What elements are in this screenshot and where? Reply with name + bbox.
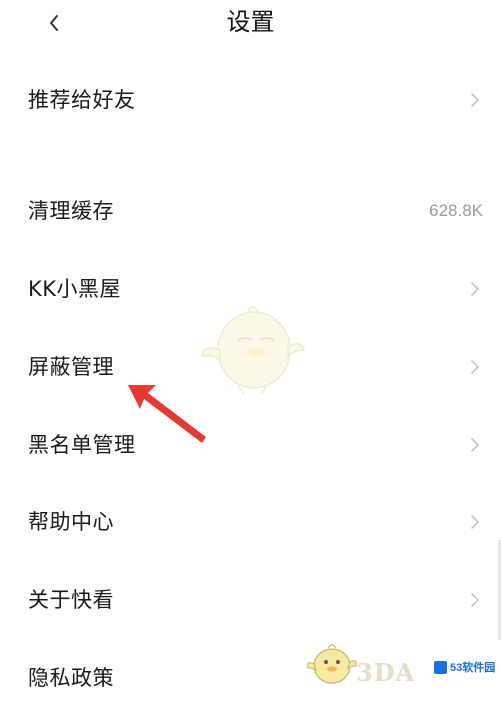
chevron-right-icon (471, 515, 479, 529)
settings-item-label: 隐私政策 (28, 666, 114, 690)
settings-item-recommend[interactable]: 推荐给好友 (0, 73, 501, 129)
settings-item-clear-cache[interactable]: 清理缓存 628.8K (0, 184, 501, 240)
watermark-logo-square-icon (434, 661, 447, 674)
page-title: 设置 (226, 8, 275, 36)
watermark-3d-text: 3DA (356, 658, 416, 687)
chevron-right-icon (471, 360, 479, 374)
settings-item-label: KK小黑屋 (28, 277, 122, 301)
settings-item-blacklist[interactable]: 黑名单管理 (0, 418, 501, 474)
watermark-logo: 53软件园 (432, 658, 500, 686)
settings-item-help-center[interactable]: 帮助中心 (0, 495, 501, 551)
chevron-right-icon (471, 593, 479, 607)
chevron-right-icon (471, 282, 479, 296)
chevron-right-icon (471, 93, 479, 107)
cache-size-value: 628.8K (429, 201, 483, 220)
settings-item-privacy-policy[interactable]: 隐私政策 (0, 651, 501, 707)
watermark-logo-text: 53软件园 (450, 662, 496, 674)
annotation-arrow-icon (128, 385, 206, 443)
mascot-watermark-icon (201, 306, 305, 395)
settings-item-label: 帮助中心 (28, 510, 114, 534)
settings-item-label: 清理缓存 (28, 199, 114, 223)
settings-item-label: 关于快看 (28, 588, 114, 612)
header-bar: 设置 (0, 0, 501, 48)
settings-item-about[interactable]: 关于快看 (0, 573, 501, 629)
settings-item-label: 屏蔽管理 (28, 355, 114, 379)
chevron-right-icon (471, 438, 479, 452)
mascot-watermark-small-icon (307, 644, 357, 684)
settings-item-label: 推荐给好友 (28, 88, 136, 112)
